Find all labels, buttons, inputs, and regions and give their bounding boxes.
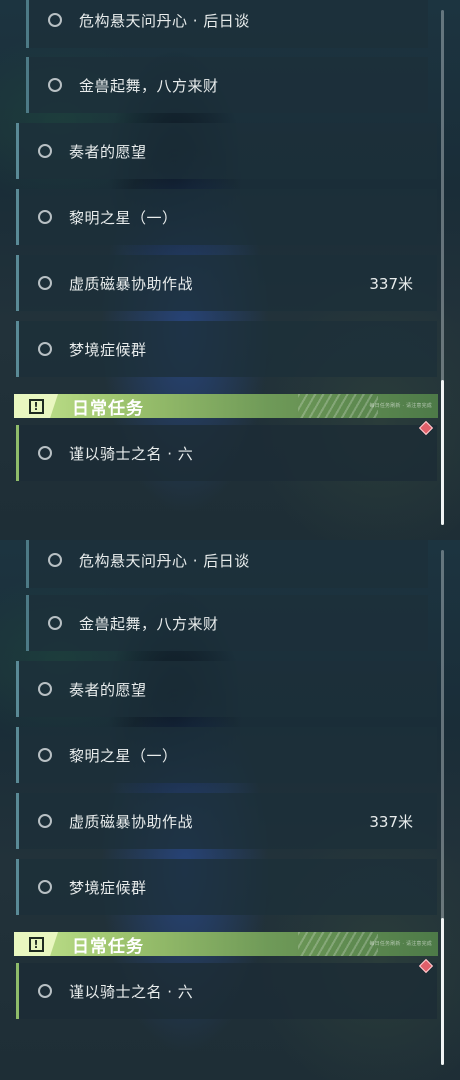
header-stripes	[298, 394, 378, 418]
quest-distance: 337米	[369, 812, 413, 831]
quest-item[interactable]: 黎明之星（一）	[16, 727, 437, 783]
quest-distance: 337米	[369, 274, 413, 293]
quest-item[interactable]: 奏者的愿望	[16, 661, 437, 717]
circle-icon	[38, 984, 52, 998]
quest-label: 奏者的愿望	[69, 680, 147, 699]
daily-header-subtext: 每日任务刷新 · 请注意完成	[369, 941, 432, 947]
header-badge: !	[14, 394, 58, 418]
quest-label: 黎明之星（一）	[69, 746, 178, 765]
circle-icon	[38, 748, 52, 762]
circle-icon	[48, 13, 62, 27]
quest-label: 奏者的愿望	[69, 142, 147, 161]
circle-icon	[38, 880, 52, 894]
quest-tracker-panel-bottom: 危构悬天问丹心 · 后日谈 金兽起舞，八方来财 奏者的愿望 黎明之星（一） 虚质…	[0, 540, 460, 1080]
circle-icon	[38, 446, 52, 460]
quest-label: 黎明之星（一）	[69, 208, 178, 227]
circle-icon	[38, 210, 52, 224]
circle-icon	[38, 276, 52, 290]
circle-icon	[38, 342, 52, 356]
quest-item[interactable]: 金兽起舞，八方来财	[26, 595, 428, 651]
exclamation-box-icon: !	[28, 936, 44, 952]
quest-label: 虚质磁暴协助作战	[69, 274, 194, 293]
quest-label: 梦境症候群	[69, 340, 147, 359]
circle-icon	[38, 814, 52, 828]
exclamation-box-icon: !	[28, 398, 44, 414]
header-stripes	[298, 932, 378, 956]
quest-label: 危构悬天问丹心 · 后日谈	[79, 551, 250, 570]
quest-item[interactable]: 梦境症候群	[16, 321, 437, 377]
daily-quest-header[interactable]: ! 日常任务 每日任务刷新 · 请注意完成	[14, 394, 438, 419]
quest-label: 危构悬天问丹心 · 后日谈	[79, 11, 250, 30]
daily-quest-item[interactable]: 谨以骑士之名 · 六	[16, 963, 437, 1019]
circle-icon	[48, 553, 62, 567]
quest-label: 虚质磁暴协助作战	[69, 812, 194, 831]
quest-item[interactable]: 梦境症候群	[16, 859, 437, 915]
quest-label: 金兽起舞，八方来财	[79, 76, 219, 95]
daily-quest-header[interactable]: ! 日常任务 每日任务刷新 · 请注意完成	[14, 932, 438, 957]
header-badge: !	[14, 932, 58, 956]
quest-label: 谨以骑士之名 · 六	[69, 444, 194, 463]
quest-item[interactable]: 虚质磁暴协助作战 337米	[16, 793, 437, 849]
quest-label: 金兽起舞，八方来财	[79, 614, 219, 633]
daily-header-title: 日常任务	[72, 936, 144, 957]
daily-quest-item[interactable]: 谨以骑士之名 · 六	[16, 425, 437, 481]
quest-item[interactable]: 危构悬天问丹心 · 后日谈	[26, 0, 428, 48]
quest-label: 梦境症候群	[69, 878, 147, 897]
daily-header-title: 日常任务	[72, 398, 144, 419]
quest-label: 谨以骑士之名 · 六	[69, 982, 194, 1001]
scrollbar-thumb[interactable]	[441, 918, 444, 1065]
circle-icon	[38, 682, 52, 696]
circle-icon	[48, 78, 62, 92]
scrollbar-thumb[interactable]	[441, 380, 444, 525]
quest-item[interactable]: 虚质磁暴协助作战 337米	[16, 255, 437, 311]
quest-item[interactable]: 奏者的愿望	[16, 123, 437, 179]
quest-tracker-panel-top: 危构悬天问丹心 · 后日谈 金兽起舞，八方来财 奏者的愿望 黎明之星（一） 虚质…	[0, 0, 460, 540]
circle-icon	[48, 616, 62, 630]
quest-item[interactable]: 黎明之星（一）	[16, 189, 437, 245]
quest-item[interactable]: 危构悬天问丹心 · 后日谈	[26, 540, 428, 588]
daily-header-subtext: 每日任务刷新 · 请注意完成	[369, 403, 432, 409]
quest-item[interactable]: 金兽起舞，八方来财	[26, 57, 428, 113]
circle-icon	[38, 144, 52, 158]
